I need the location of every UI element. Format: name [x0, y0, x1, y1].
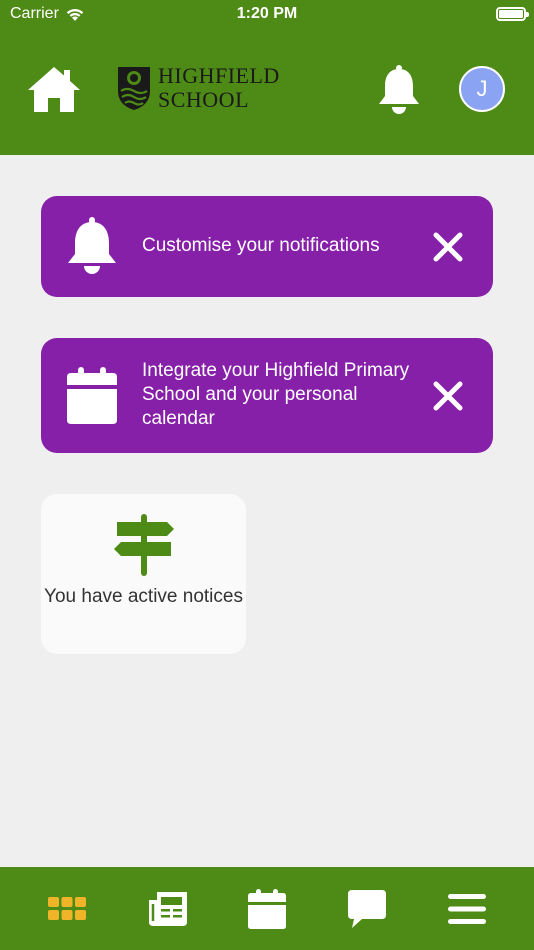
newspaper-icon [149, 892, 187, 926]
integrate-calendar-text: Integrate your Highfield Primary School … [142, 360, 410, 429]
grid-icon [48, 897, 86, 920]
signpost-icon [114, 514, 174, 576]
school-name-line2: SCHOOL [158, 87, 250, 112]
calendar-icon [248, 889, 286, 929]
home-icon [28, 67, 80, 112]
tab-menu[interactable] [443, 885, 491, 933]
school-logo: HIGHFIELD SCHOOL [116, 64, 280, 112]
tab-news[interactable] [144, 885, 192, 933]
customise-notifications-text: Customise your notifications [142, 235, 380, 256]
close-icon[interactable] [431, 379, 465, 413]
tab-dashboard[interactable] [43, 885, 91, 933]
bell-icon [379, 65, 419, 114]
customise-notifications-card[interactable]: Customise your notifications [41, 196, 493, 297]
integrate-calendar-card[interactable]: Integrate your Highfield Primary School … [41, 338, 493, 453]
status-time: 1:20 PM [236, 5, 298, 22]
notifications-button[interactable] [376, 64, 422, 114]
chat-bubble-icon [348, 890, 386, 928]
active-notices-tile[interactable]: You have active notices [41, 494, 246, 654]
calendar-icon [67, 367, 117, 424]
app-header: HIGHFIELD SCHOOL J [0, 30, 534, 155]
school-crest-icon [118, 67, 150, 110]
school-name-line1: HIGHFIELD [158, 63, 280, 88]
status-bar: Carrier 1:20 PM [0, 0, 534, 30]
battery-icon [496, 7, 529, 21]
bottom-tab-bar [0, 867, 534, 950]
bell-icon [68, 217, 116, 274]
close-icon[interactable] [431, 230, 465, 264]
hamburger-menu-icon [448, 894, 486, 924]
active-notices-text: You have active notices [44, 586, 243, 607]
home-button[interactable] [26, 64, 82, 114]
tab-messages[interactable] [343, 885, 391, 933]
tab-calendar[interactable] [243, 885, 291, 933]
user-avatar[interactable]: J [459, 66, 505, 112]
school-name: HIGHFIELD SCHOOL [158, 64, 280, 112]
